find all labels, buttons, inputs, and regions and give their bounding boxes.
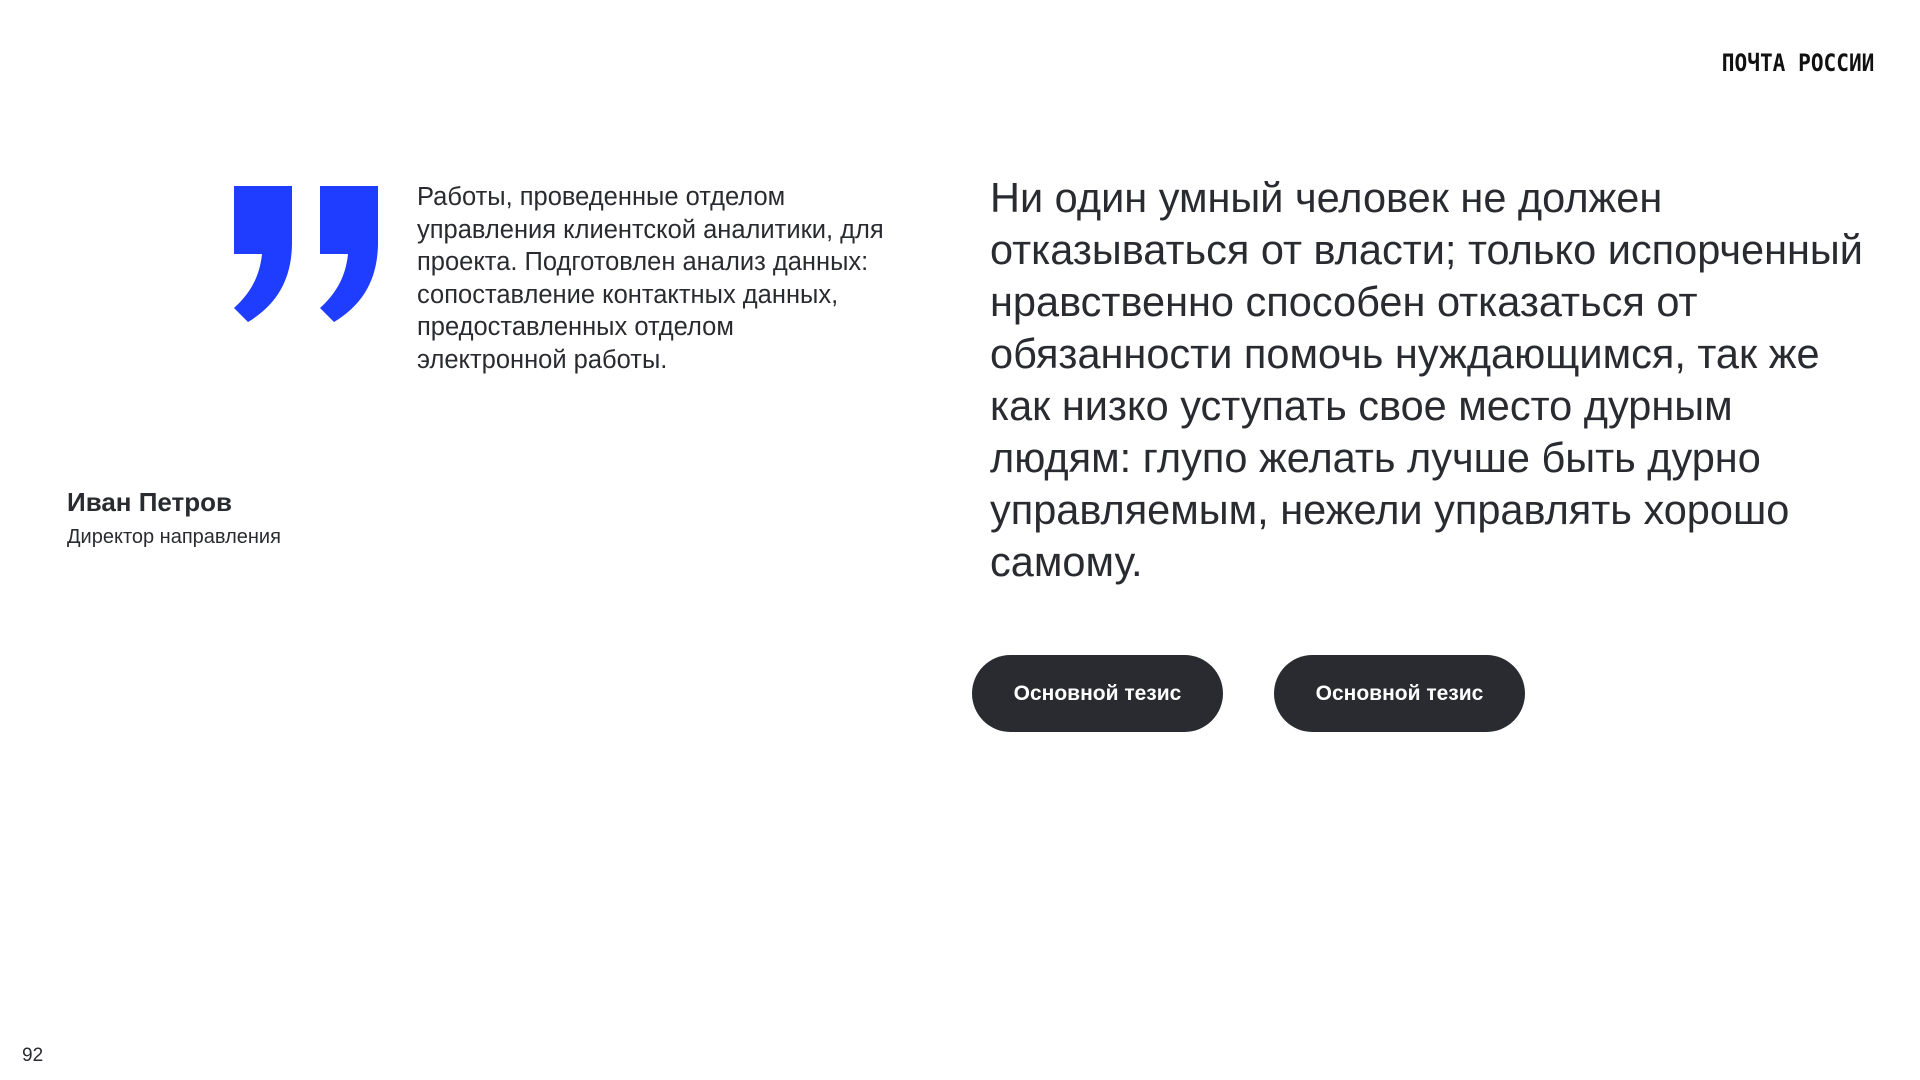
quote-comma-right bbox=[320, 186, 378, 322]
closing-quote-icon bbox=[234, 186, 378, 322]
author-block: Иван Петров Директор направления bbox=[67, 486, 281, 550]
quote-description: Работы, проведенные отделом управления к… bbox=[417, 183, 884, 374]
brand-logo: ПОЧТА РОССИИ bbox=[1721, 49, 1874, 77]
author-name: Иван Петров bbox=[67, 487, 233, 517]
author-role: Директор направления bbox=[67, 526, 281, 548]
page-number: 92 bbox=[22, 1045, 44, 1066]
main-quote: Ни один умный человек не должен отказыва… bbox=[990, 174, 1863, 585]
thesis-button-1[interactable]: Основной тезис bbox=[972, 655, 1223, 732]
quote-comma-left bbox=[234, 186, 292, 322]
thesis-button-2[interactable]: Основной тезис bbox=[1274, 655, 1525, 732]
